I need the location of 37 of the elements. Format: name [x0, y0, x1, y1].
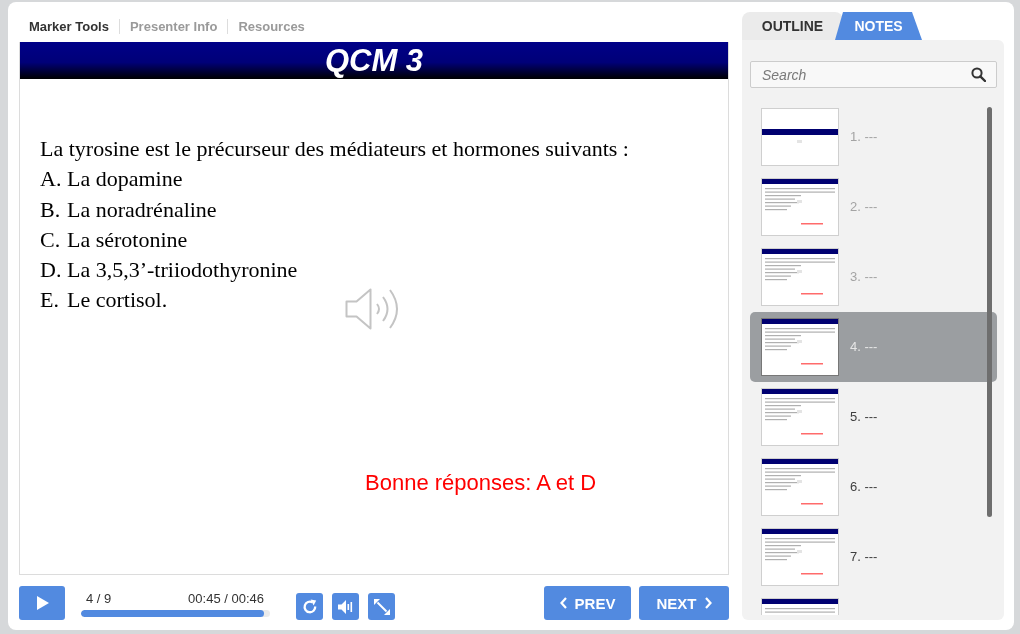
- scrollbar-thumb[interactable]: [987, 107, 992, 517]
- tab[interactable]: Marker Tools: [29, 18, 119, 34]
- slide-title: QCM 3: [20, 42, 728, 79]
- answer-option: E. Le cortisol.: [40, 285, 168, 316]
- slide-list-item[interactable]: 3. ---: [750, 242, 997, 312]
- volume-button[interactable]: [332, 593, 359, 620]
- fullscreen-icon: [373, 598, 390, 615]
- play-icon: [37, 596, 49, 610]
- answer-option: A. La dopamine: [40, 164, 183, 195]
- volume-icon: [338, 599, 353, 614]
- play-button[interactable]: [19, 586, 65, 620]
- chevron-right-icon: [704, 597, 712, 609]
- tab[interactable]: Presenter Info: [118, 18, 228, 34]
- chevron-left-icon: [559, 597, 567, 609]
- tab[interactable]: NOTES: [835, 12, 922, 40]
- slide-list-item[interactable]: 5. ---: [750, 382, 997, 452]
- answer-option: D. La 3,5,3’-triiodothyronine: [40, 255, 298, 286]
- replay-icon: [301, 598, 318, 615]
- search-icon[interactable]: [971, 67, 986, 82]
- answer-option: B. La noradrénaline: [40, 194, 217, 225]
- slide-list-item[interactable]: 6. ---: [750, 452, 997, 522]
- next-button[interactable]: NEXT: [639, 586, 729, 620]
- fullscreen-button[interactable]: [368, 593, 395, 620]
- time-display: 00:45 / 00:46: [188, 591, 264, 607]
- slide-list-item[interactable]: 2. ---: [750, 172, 997, 242]
- answer-text: Bonne réponses: A et D: [365, 470, 597, 496]
- prev-button[interactable]: PREV: [544, 586, 631, 620]
- search-field[interactable]: Search: [750, 61, 997, 88]
- slide-list-item[interactable]: 4. ---: [750, 312, 997, 382]
- answer-option: C. La sérotonine: [40, 224, 188, 256]
- slide-list-item[interactable]: 7. ---: [750, 522, 997, 592]
- tab[interactable]: OUTLINE: [742, 12, 843, 40]
- slide-counter: 4 / 9: [86, 591, 112, 607]
- slide-list-item[interactable]: 1. ---: [750, 102, 997, 172]
- replay-button[interactable]: [296, 593, 323, 620]
- tab[interactable]: Resources: [227, 18, 315, 34]
- question-text: La tyrosine est le précurseur des médiateurs et hormones suivants :: [40, 135, 629, 163]
